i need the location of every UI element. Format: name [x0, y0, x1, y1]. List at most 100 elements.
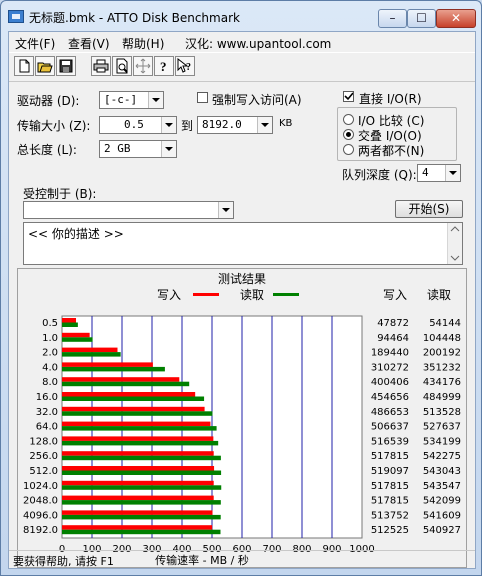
- read-value: 542275: [423, 451, 461, 462]
- read-value: 200192: [423, 348, 461, 359]
- write-bar: [62, 466, 215, 471]
- write-value: 516539: [371, 436, 409, 447]
- read-value: 540927: [423, 525, 461, 536]
- drive-select[interactable]: [-c-]: [99, 91, 164, 109]
- controlled-by-select[interactable]: [23, 201, 234, 219]
- read-bar: [62, 529, 221, 535]
- write-value: 512525: [371, 525, 409, 536]
- print-preview-icon[interactable]: [112, 56, 132, 76]
- open-icon[interactable]: [35, 56, 55, 76]
- controlled-by-label: 受控制于 (B):: [23, 187, 97, 201]
- read-bar: [62, 500, 221, 505]
- read-value: 513528: [423, 407, 461, 418]
- write-value: 517815: [371, 481, 409, 492]
- write-value: 486653: [371, 407, 409, 418]
- y-category-label: 8.0: [42, 377, 58, 388]
- menu-help[interactable]: 帮助(H): [122, 35, 164, 52]
- legend-read-label: 读取: [240, 288, 264, 302]
- transfer-from-select[interactable]: 0.5: [99, 116, 177, 134]
- read-bar: [62, 440, 219, 446]
- write-bar: [62, 318, 77, 323]
- drive-value: [-c-]: [104, 93, 138, 106]
- read-bar: [62, 381, 190, 387]
- chevron-down-icon[interactable]: [161, 141, 176, 157]
- direct-io-checkbox[interactable]: [343, 91, 354, 102]
- drive-label: 驱动器 (D):: [17, 94, 80, 108]
- description-text: << 你的描述 >>: [28, 227, 124, 241]
- y-category-label: 2048.0: [23, 496, 58, 507]
- write-bar: [62, 406, 205, 412]
- minimize-button[interactable]: –: [378, 9, 407, 28]
- status-text: 要获得帮助, 请按 F1: [13, 555, 114, 568]
- chevron-down-icon[interactable]: [257, 117, 272, 133]
- description-textarea[interactable]: << 你的描述 >>: [23, 222, 463, 265]
- scroll-arrows-icon: [450, 226, 460, 261]
- write-value: 189440: [371, 348, 409, 359]
- new-icon[interactable]: [14, 56, 34, 76]
- neither-label[interactable]: 两者都不(N): [358, 142, 424, 159]
- chart-title: 测试结果: [218, 271, 266, 286]
- force-write-label[interactable]: 强制写入访问(A): [212, 91, 302, 108]
- transfer-from-value: 0.5: [124, 118, 144, 131]
- start-button[interactable]: 开始(S): [395, 200, 463, 218]
- y-category-label: 256.0: [29, 451, 58, 462]
- write-bar: [62, 362, 153, 367]
- svg-text:?: ?: [160, 59, 167, 74]
- read-bar: [62, 514, 221, 520]
- overlapped-io-radio[interactable]: [343, 129, 354, 140]
- direct-io-label[interactable]: 直接 I/O(R): [359, 90, 422, 107]
- col-write-header: 写入: [383, 288, 407, 302]
- read-value: 542099: [423, 496, 461, 507]
- write-value: 506637: [371, 422, 409, 433]
- write-value: 454656: [371, 392, 409, 403]
- transfer-to-select[interactable]: 8192.0: [197, 116, 273, 134]
- io-compare-radio[interactable]: [343, 114, 354, 125]
- chevron-down-icon[interactable]: [445, 165, 460, 181]
- chevron-down-icon[interactable]: [161, 117, 176, 133]
- chevron-down-icon[interactable]: [218, 202, 233, 218]
- read-bar: [62, 322, 78, 327]
- write-bar: [62, 392, 196, 397]
- y-category-label: 0.5: [42, 318, 58, 329]
- write-value: 310272: [371, 362, 409, 373]
- title-bar[interactable]: 无标题.bmk - ATTO Disk Benchmark – ☐ ✕: [1, 1, 481, 31]
- write-bar: [62, 525, 213, 530]
- print-icon[interactable]: [91, 56, 111, 76]
- help-icon[interactable]: ?: [154, 56, 174, 76]
- queue-depth-select[interactable]: 4: [417, 164, 461, 182]
- y-category-label: 4.0: [42, 362, 58, 373]
- toolbar: ? ?: [9, 52, 475, 82]
- context-help-icon[interactable]: ?: [175, 56, 195, 76]
- read-value: 351232: [423, 362, 461, 373]
- y-category-label: 2.0: [42, 348, 58, 359]
- write-bar: [62, 377, 180, 382]
- write-bar: [62, 421, 211, 427]
- maximize-button[interactable]: ☐: [407, 9, 436, 28]
- menu-localization[interactable]: 汉化: www.upantool.com: [185, 35, 331, 52]
- neither-radio[interactable]: [343, 144, 354, 155]
- write-value: 517815: [371, 496, 409, 507]
- move-icon[interactable]: [133, 56, 153, 76]
- total-length-select[interactable]: 2 GB: [99, 140, 177, 158]
- write-bar: [62, 332, 90, 338]
- y-category-label: 512.0: [29, 466, 58, 477]
- read-value: 104448: [423, 333, 461, 344]
- force-write-checkbox[interactable]: [197, 92, 208, 103]
- write-bar: [62, 347, 118, 353]
- write-bar: [62, 451, 214, 456]
- close-button[interactable]: ✕: [436, 9, 476, 28]
- to-label: 到: [181, 119, 194, 133]
- write-value: 47872: [377, 318, 409, 329]
- col-read-header: 读取: [427, 288, 451, 302]
- description-scrollbar[interactable]: [447, 223, 462, 264]
- chevron-down-icon[interactable]: [148, 92, 163, 108]
- checkmark-icon: [344, 92, 353, 101]
- app-window: 无标题.bmk - ATTO Disk Benchmark – ☐ ✕ 文件(F…: [0, 0, 482, 576]
- save-icon[interactable]: [56, 56, 76, 76]
- y-category-label: 64.0: [36, 422, 58, 433]
- menu-file[interactable]: 文件(F): [15, 35, 55, 52]
- queue-depth-value: 4: [422, 166, 429, 179]
- menu-view[interactable]: 查看(V): [68, 35, 110, 52]
- read-value: 534199: [423, 436, 461, 447]
- y-category-label: 4096.0: [23, 510, 58, 521]
